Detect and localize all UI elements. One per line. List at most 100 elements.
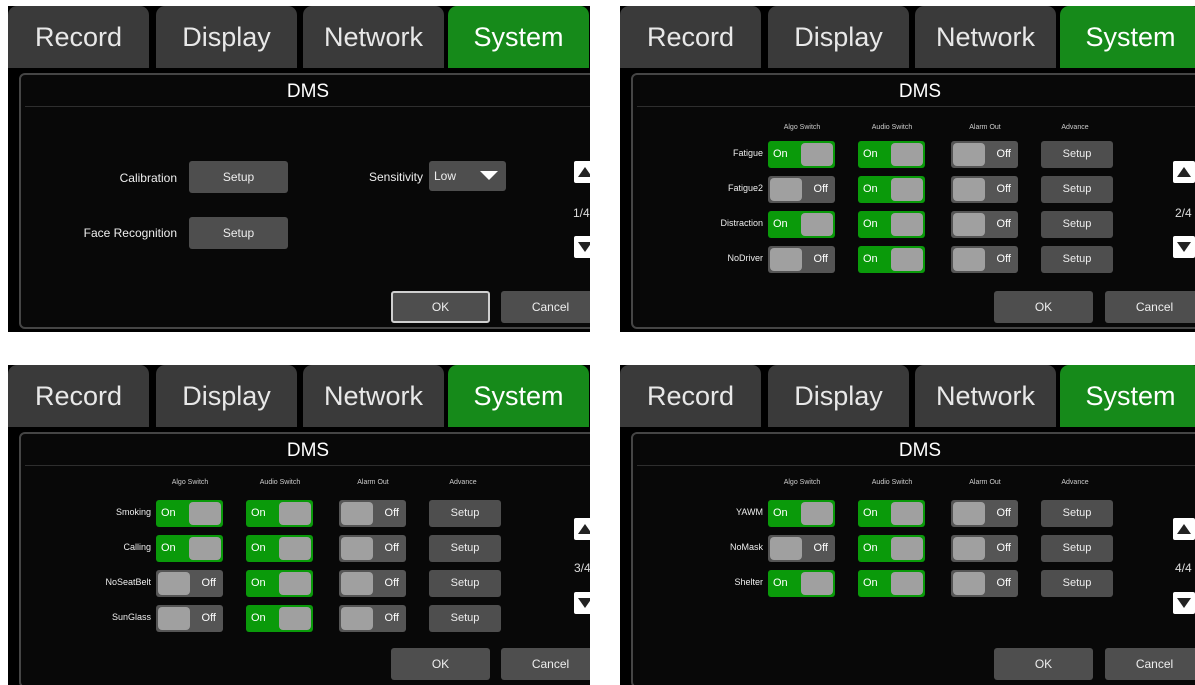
algo-switch-toggle[interactable]: Off [156,570,223,597]
tab-system[interactable]: System [448,6,589,68]
tab-network[interactable]: Network [303,6,444,68]
alarm-switch-toggle[interactable]: Off [951,535,1018,562]
row-label: Fatigue [732,148,763,158]
audio-switch-toggle[interactable]: On [246,605,313,632]
toggle-state: On [161,507,176,519]
advance-setup-button[interactable]: Setup [429,605,501,632]
alarm-switch-toggle[interactable]: Off [951,176,1018,203]
tab-network[interactable]: Network [915,6,1056,68]
toggle-state: Off [384,577,399,589]
advance-setup-button[interactable]: Setup [1041,141,1113,168]
advance-setup-button[interactable]: Setup [429,535,501,562]
algo-switch-toggle[interactable]: Off [768,535,835,562]
advance-setup-button[interactable]: Setup [1041,500,1113,527]
cancel-button[interactable]: Cancel [1105,291,1195,323]
advance-setup-button[interactable]: Setup [429,500,501,527]
toggle-state: On [863,542,878,554]
toggle-knob [189,502,221,525]
page-down-arrow-icon[interactable] [1173,592,1195,614]
ok-button[interactable]: OK [994,291,1093,323]
advance-setup-button[interactable]: Setup [1041,570,1113,597]
column-header: Advance [449,479,477,486]
alarm-switch-toggle[interactable]: Off [951,211,1018,238]
tab-record[interactable]: Record [8,365,149,427]
toggle-knob [953,572,985,595]
column-header: Advance [1061,124,1089,131]
page-down-arrow-icon[interactable] [574,592,590,614]
ok-button[interactable]: OK [994,648,1093,680]
toggle-state: Off [996,542,1011,554]
advance-setup-button[interactable]: Setup [1041,211,1113,238]
algo-switch-toggle[interactable]: On [768,141,835,168]
algo-switch-toggle[interactable]: On [768,211,835,238]
tab-system[interactable]: System [1060,6,1195,68]
tab-record[interactable]: Record [620,6,761,68]
page-up-arrow-icon[interactable] [1173,518,1195,540]
calibration-setup-button[interactable]: Setup [189,161,288,193]
alarm-switch-toggle[interactable]: Off [339,500,406,527]
audio-switch-toggle[interactable]: On [858,570,925,597]
alarm-switch-toggle[interactable]: Off [951,246,1018,273]
toggle-knob [341,572,373,595]
tab-network[interactable]: Network [303,365,444,427]
audio-switch-toggle[interactable]: On [858,211,925,238]
tab-display[interactable]: Display [156,6,297,68]
cancel-button[interactable]: Cancel [1105,648,1195,680]
tab-display[interactable]: Display [156,365,297,427]
page-up-arrow-icon[interactable] [574,518,590,540]
page-up-arrow-icon[interactable] [574,161,590,183]
algo-switch-toggle[interactable]: On [768,500,835,527]
toggle-state: On [161,542,176,554]
cancel-button[interactable]: Cancel [501,291,590,323]
ok-button[interactable]: OK [391,291,490,323]
tab-display[interactable]: Display [768,365,909,427]
toggle-knob [279,502,311,525]
face-recognition-setup-button[interactable]: Setup [189,217,288,249]
advance-setup-button[interactable]: Setup [429,570,501,597]
alarm-switch-toggle[interactable]: Off [339,570,406,597]
audio-switch-toggle[interactable]: On [246,570,313,597]
alarm-switch-toggle[interactable]: Off [339,605,406,632]
toggle-knob [953,178,985,201]
algo-switch-toggle[interactable]: Off [768,246,835,273]
algo-switch-toggle[interactable]: On [156,535,223,562]
toggle-state: Off [996,507,1011,519]
ok-button[interactable]: OK [391,648,490,680]
audio-switch-toggle[interactable]: On [246,535,313,562]
algo-switch-toggle[interactable]: On [768,570,835,597]
alarm-switch-toggle[interactable]: Off [951,141,1018,168]
audio-switch-toggle[interactable]: On [858,176,925,203]
page-up-arrow-icon[interactable] [1173,161,1195,183]
alarm-switch-toggle[interactable]: Off [951,570,1018,597]
page-down-arrow-icon[interactable] [574,236,590,258]
toggle-state: On [863,577,878,589]
toggle-knob [801,502,833,525]
advance-setup-button[interactable]: Setup [1041,535,1113,562]
advance-setup-button[interactable]: Setup [1041,246,1113,273]
audio-switch-toggle[interactable]: On [858,246,925,273]
tab-record[interactable]: Record [620,365,761,427]
audio-switch-toggle[interactable]: On [858,500,925,527]
toggle-state: Off [384,542,399,554]
tab-system[interactable]: System [448,365,589,427]
alarm-switch-toggle[interactable]: Off [339,535,406,562]
algo-switch-toggle[interactable]: Off [768,176,835,203]
sensitivity-select[interactable]: Low [429,161,506,191]
tab-record[interactable]: Record [8,6,149,68]
page-down-arrow-icon[interactable] [1173,236,1195,258]
tab-network[interactable]: Network [915,365,1056,427]
tab-system[interactable]: System [1060,365,1195,427]
toggle-state: Off [996,183,1011,195]
audio-switch-toggle[interactable]: On [246,500,313,527]
audio-switch-toggle[interactable]: On [858,535,925,562]
divider [25,106,590,107]
toggle-knob [341,607,373,630]
audio-switch-toggle[interactable]: On [858,141,925,168]
algo-switch-toggle[interactable]: Off [156,605,223,632]
algo-switch-toggle[interactable]: On [156,500,223,527]
tab-display[interactable]: Display [768,6,909,68]
alarm-switch-toggle[interactable]: Off [951,500,1018,527]
toggle-state: Off [813,542,828,554]
cancel-button[interactable]: Cancel [501,648,590,680]
advance-setup-button[interactable]: Setup [1041,176,1113,203]
